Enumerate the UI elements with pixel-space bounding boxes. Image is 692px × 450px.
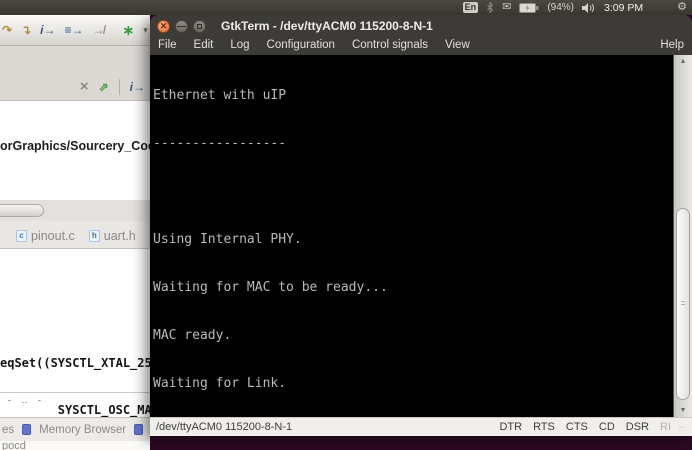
eclipse-debug-panel: orGraphics/Sourcery_CodeBench: [0, 101, 150, 201]
debug-icon[interactable]: ∗: [122, 23, 134, 37]
skip-all-breakpoints-icon[interactable]: ↛: [92, 24, 104, 36]
vertical-scrollbar-thumb[interactable]: [676, 208, 690, 400]
battery-icon[interactable]: [519, 2, 539, 13]
terminal-line: Using Internal PHY.: [153, 232, 302, 247]
step-over-icon[interactable]: ↴: [21, 24, 31, 36]
signal-cd: CD: [598, 421, 615, 433]
menu-view[interactable]: View: [445, 39, 470, 51]
battery-percent: (94%): [547, 2, 575, 13]
keyboard-layout-indicator[interactable]: En: [462, 2, 479, 13]
terminal-output: Ethernet with uIP ----------------- Usin…: [153, 56, 672, 417]
close-button[interactable]: ✕: [157, 19, 170, 33]
editor-divider: [0, 392, 150, 393]
minimize-button[interactable]: —: [175, 19, 188, 33]
top-panel: En ✉ (94%) 3:09 PM ⚙: [0, 0, 692, 15]
step-info-icon[interactable]: i→: [130, 81, 145, 93]
tab-pinout-c[interactable]: c pinout.c: [16, 229, 75, 243]
terminal-line: Waiting for MAC to be ready...: [153, 280, 388, 295]
code-block: eqSet((SYSCTL_XTAL_25MHZ | SYSCTL_OSC_MA…: [0, 325, 150, 450]
c-file-icon: c: [16, 230, 27, 242]
scroll-down-icon[interactable]: ▼: [674, 407, 692, 414]
terminal-area[interactable]: Ethernet with uIP ----------------- Usin…: [150, 55, 692, 417]
horizontal-scrollbar-thumb[interactable]: [0, 204, 44, 217]
editor-tab-bar: c pinout.c h uart.h: [0, 221, 150, 249]
menu-file[interactable]: File: [158, 39, 177, 51]
desktop: En ✉ (94%) 3:09 PM ⚙ ↷ ↴ i→ ≡→ ↛ ∗ ▾ × ⇗…: [0, 0, 692, 450]
menu-configuration[interactable]: Configuration: [267, 39, 335, 51]
signal-dtr: DTR: [499, 421, 523, 433]
terminal-line: MAC ready.: [153, 328, 232, 343]
debug-target-path: orGraphics/Sourcery_CodeBench: [0, 139, 150, 153]
menu-control-signals[interactable]: Control signals: [352, 39, 428, 51]
gear-icon[interactable]: ⚙: [677, 1, 687, 14]
terminal-line: Ethernet with uIP: [153, 88, 287, 103]
step-return-icon[interactable]: ↷: [2, 24, 12, 36]
eclipse-window: ↷ ↴ i→ ≡→ ↛ ∗ ▾ ▶ × ⇗ i→ orGraphics/Sour…: [0, 15, 150, 450]
tab-label: pinout.c: [31, 229, 75, 243]
vertical-scrollbar[interactable]: ▲ ▼: [673, 55, 692, 417]
volume-icon[interactable]: [582, 2, 596, 13]
signal-cts: CTS: [565, 421, 588, 433]
toolbar-separator: [118, 79, 120, 95]
mail-icon[interactable]: ✉: [502, 1, 511, 14]
scrollbar-grip: [681, 301, 685, 305]
horizontal-scrollbar[interactable]: [0, 201, 150, 221]
step-into-icon[interactable]: i→: [40, 24, 55, 36]
gtkterm-window: ✕ — GtkTerm - /dev/ttyACM0 115200-8-N-1 …: [150, 15, 692, 436]
signal-rts: RTS: [533, 421, 555, 433]
scroll-up-icon[interactable]: ▲: [674, 58, 692, 65]
signal-indicators: DTR RTS CTS CD DSR RI: [499, 421, 671, 433]
code-line: eqSet((SYSCTL_XTAL_25MHZ |: [0, 356, 150, 370]
terminal-line: Waiting for Link.: [153, 376, 287, 391]
menu-log[interactable]: Log: [230, 39, 249, 51]
tab-uart-h[interactable]: h uart.h: [88, 229, 136, 243]
titlebar[interactable]: ✕ — GtkTerm - /dev/ttyACM0 115200-8-N-1: [150, 15, 692, 37]
dropdown-caret-icon[interactable]: ▾: [143, 24, 148, 36]
signal-ri: RI: [660, 421, 671, 433]
partial-text-marks: - ‥ -: [8, 395, 46, 405]
maximize-button[interactable]: [193, 19, 206, 33]
profile-chart-icon[interactable]: ⇗: [99, 81, 109, 93]
remove-all-terminated-icon[interactable]: ×: [80, 79, 89, 94]
menubar: File Edit Log Configuration Control sign…: [150, 37, 692, 55]
port-settings-text: /dev/ttyACM0 115200-8-N-1: [156, 421, 293, 433]
code-editor[interactable]: eqSet((SYSCTL_XTAL_25MHZ | SYSCTL_OSC_MA…: [0, 249, 150, 450]
bluetooth-icon[interactable]: [486, 2, 494, 13]
tab-label: uart.h: [103, 229, 136, 243]
menu-help[interactable]: Help: [660, 39, 684, 51]
system-tray: En ✉ (94%) 3:09 PM ⚙: [462, 0, 687, 15]
resize-grip-icon[interactable]: .:::: [679, 422, 686, 433]
eclipse-debug-toolbar: ↷ ↴ i→ ≡→ ↛ ∗ ▾ ▶: [0, 15, 150, 46]
signal-dsr: DSR: [625, 421, 649, 433]
menu-edit[interactable]: Edit: [194, 39, 214, 51]
statusbar: /dev/ttyACM0 115200-8-N-1 DTR RTS CTS CD…: [150, 417, 692, 436]
clock[interactable]: 3:09 PM: [604, 2, 643, 14]
terminal-line: -----------------: [153, 136, 287, 151]
instruction-stepping-icon[interactable]: ≡→: [64, 24, 83, 36]
h-file-icon: h: [88, 230, 100, 242]
window-title: GtkTerm - /dev/ttyACM0 115200-8-N-1: [221, 19, 433, 33]
maximize-icon: [197, 23, 202, 29]
eclipse-view-toolbar: × ⇗ i→: [0, 46, 150, 101]
